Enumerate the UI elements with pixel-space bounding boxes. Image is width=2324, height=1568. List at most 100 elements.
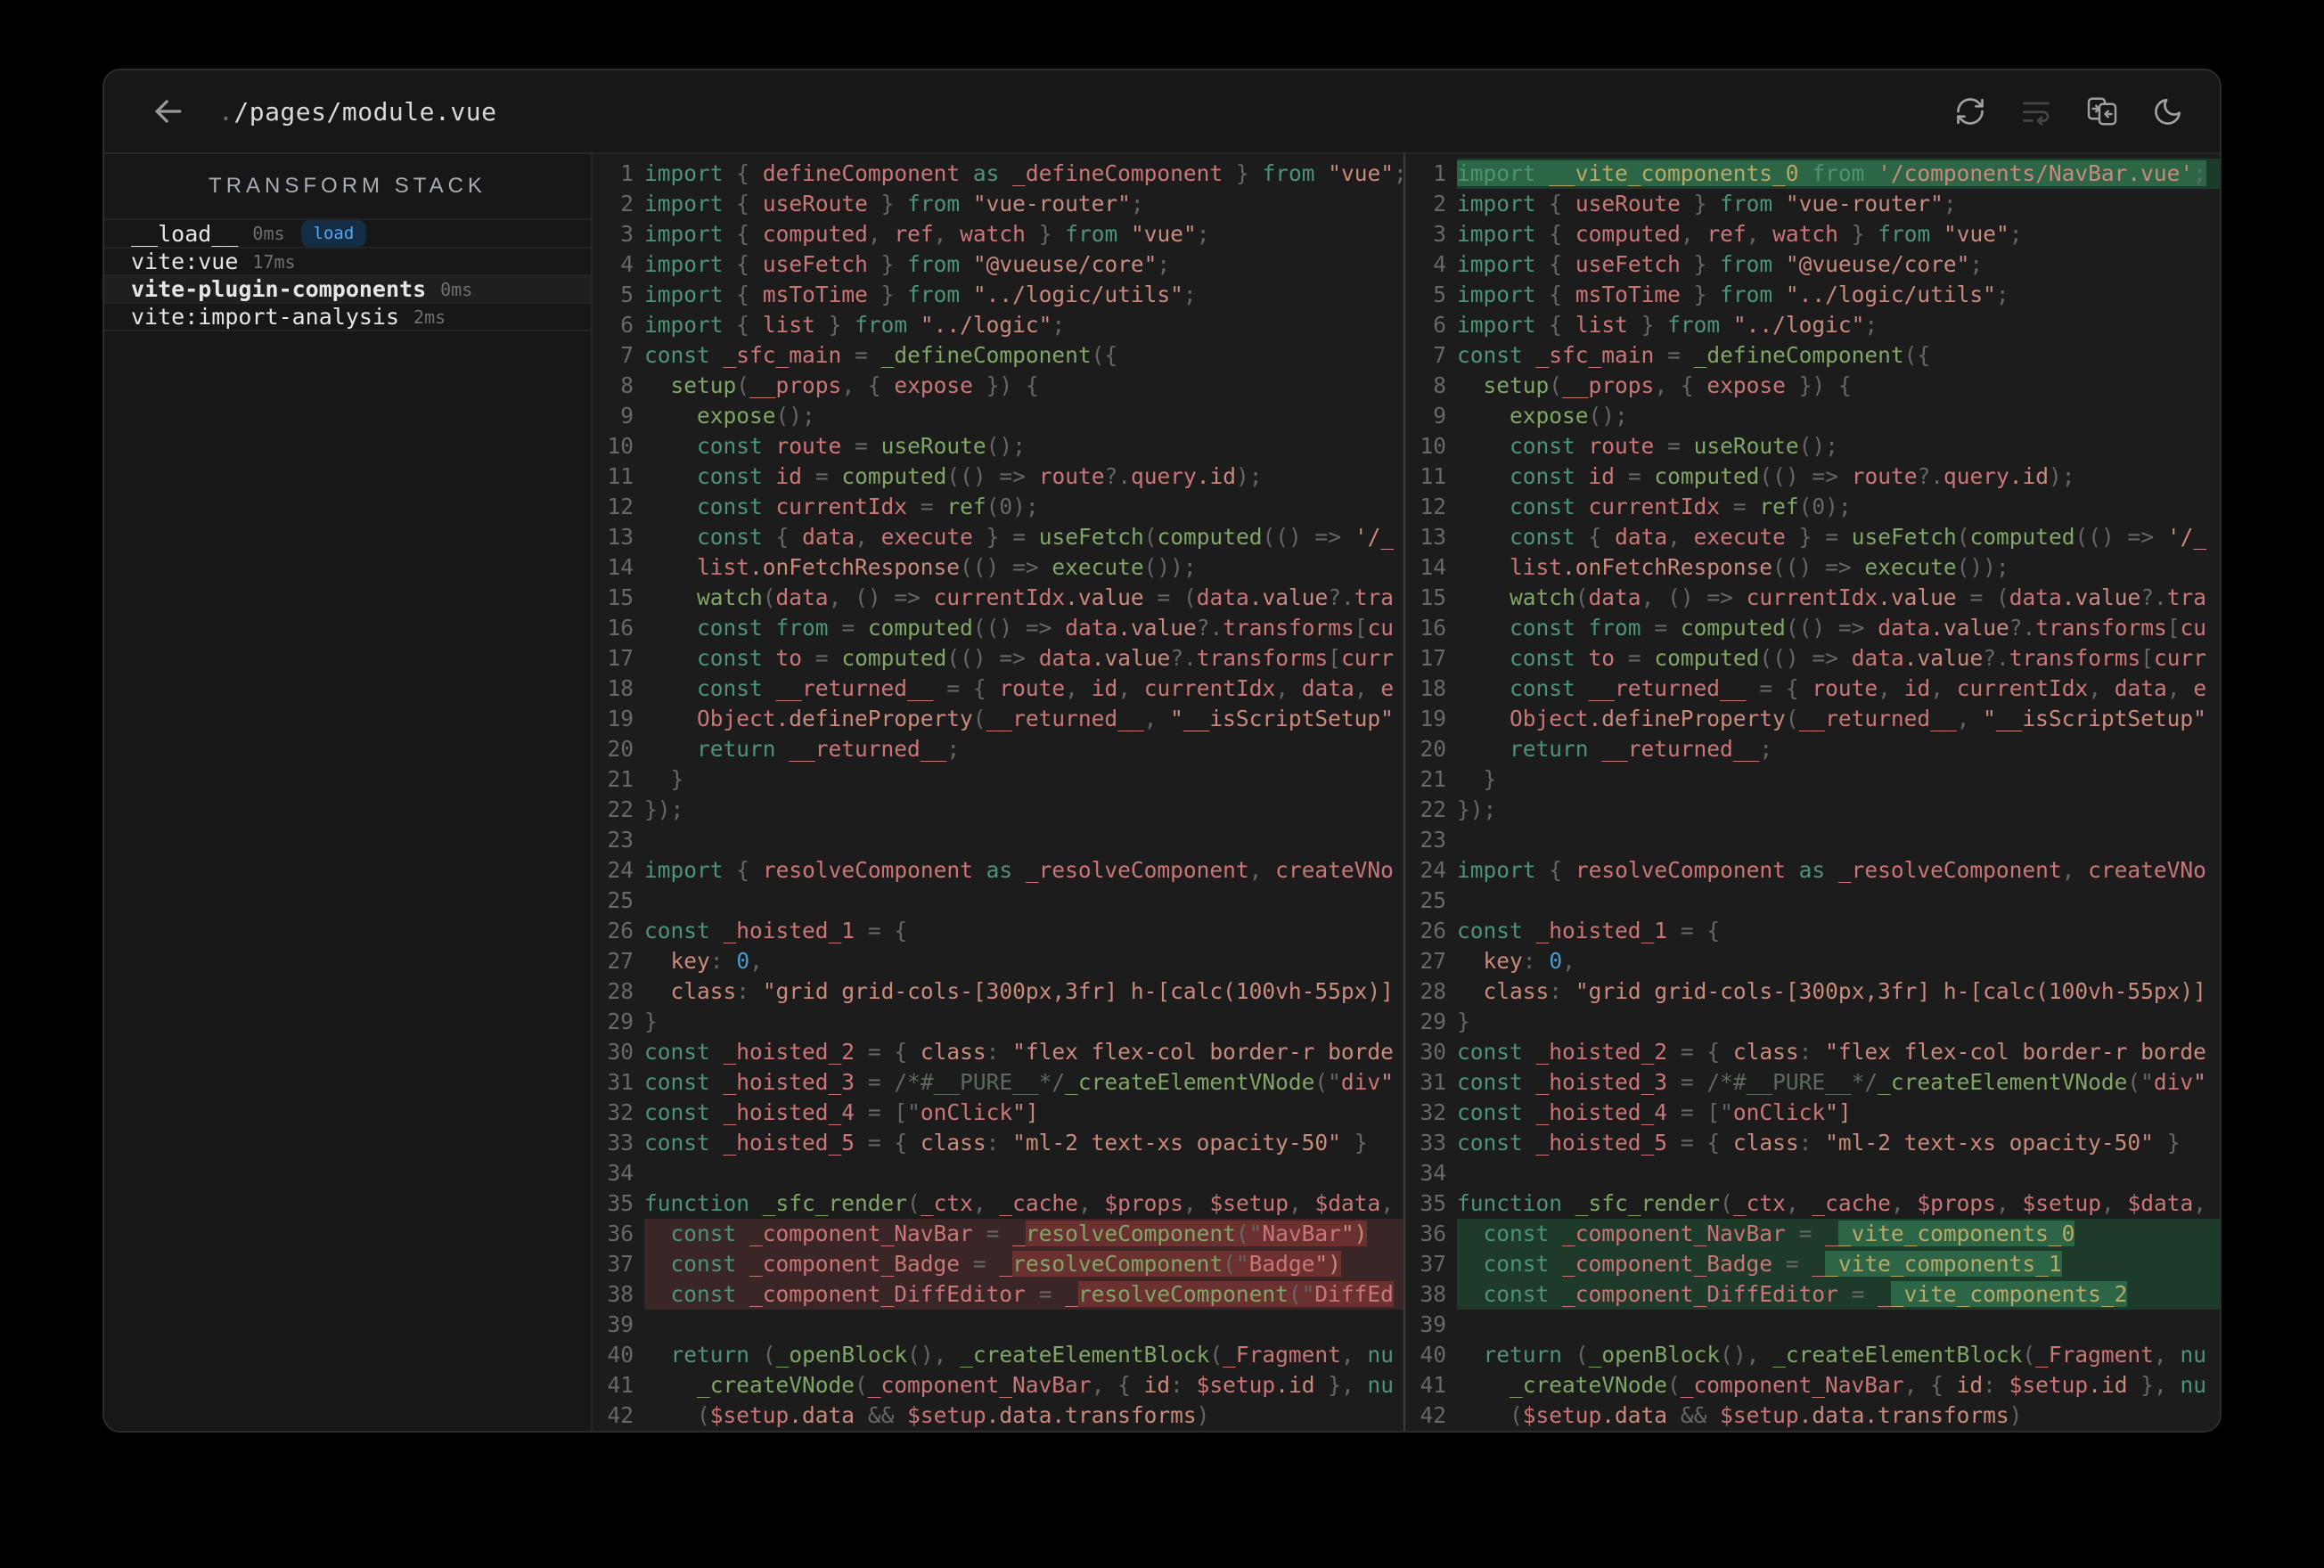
code-line: 6 import { list } from "../logic"; (593, 310, 1403, 340)
line-number: 16 (1420, 615, 1446, 641)
code-text: const _sfc_main = _defineComponent({ (644, 342, 1118, 368)
line-number: 41 (607, 1372, 634, 1398)
code-line: 35 function _sfc_render(_ctx, _cache, $pr… (593, 1188, 1403, 1219)
transform-stack-item[interactable]: vite:vue 17ms (104, 249, 591, 276)
line-number: 37 (607, 1251, 634, 1277)
code-text: const _hoisted_1 = { (644, 918, 908, 943)
line-number: 12 (1420, 494, 1446, 519)
back-button[interactable] (149, 92, 188, 131)
code-line: 35 function _sfc_render(_ctx, _cache, $pr… (1405, 1188, 2220, 1219)
main-area: TRANSFORM STACK __load__ 0ms load vite:vue 1… (104, 154, 2220, 1431)
code-text: return __returned__; (1510, 736, 1773, 762)
line-number: 23 (1420, 827, 1446, 853)
line-number: 13 (1420, 524, 1446, 550)
code-text: import { list } from "../logic"; (644, 312, 1066, 338)
code-text: import { msToTime } from "../logic/utils… (1457, 282, 2009, 307)
line-number: 15 (607, 584, 634, 610)
dark-mode-button[interactable] (2152, 95, 2184, 127)
code-text: import { computed, ref, watch } from "vu… (644, 221, 1210, 247)
code-line: 7 const _sfc_main = _defineComponent({ (1405, 340, 2220, 371)
code-text: import { useFetch } from "@vueuse/core"; (1457, 251, 1984, 277)
plugin-name: vite-plugin-components (131, 276, 427, 302)
code-line: 34 (593, 1158, 1403, 1188)
line-number: 5 (1433, 282, 1446, 307)
code-line: 29} (1405, 1007, 2220, 1037)
line-number: 40 (1420, 1342, 1446, 1368)
transform-stack-item[interactable]: vite:import-analysis 2ms (104, 304, 591, 331)
code-text: const route = useRoute(); (1510, 433, 1838, 459)
line-number: 25 (1420, 887, 1446, 913)
code-text: _createVNode(_component_NavBar, { id: $s… (1510, 1372, 2207, 1398)
line-number: 3 (620, 221, 634, 247)
code-line: 3 import { computed, ref, watch } from "v… (593, 219, 1403, 249)
line-number: 7 (1433, 342, 1446, 368)
code-line: 6 import { list } from "../logic"; (1405, 310, 2220, 340)
code-text: expose(); (697, 403, 815, 429)
code-line: 37 const _component_Badge = _resolveComp… (593, 1249, 1403, 1279)
code-text: key: 0, (670, 948, 763, 974)
code-text: return (_openBlock(), _createElementBloc… (670, 1342, 1394, 1368)
line-number: 19 (607, 706, 634, 731)
plugin-time: 0ms (252, 223, 285, 244)
plugin-time: 17ms (252, 250, 296, 273)
code-line: 4 import { useFetch } from "@vueuse/core"… (593, 249, 1403, 280)
code-line: 33 const _hoisted_5 = { class: "ml-2 text… (593, 1128, 1403, 1158)
code-line: 12 const currentIdx = ref(0); (1405, 492, 2220, 522)
line-number: 31 (607, 1069, 634, 1095)
code-line: 38 const _component_DiffEditor = __vite_… (1405, 1279, 2220, 1310)
code-text: }); (644, 796, 684, 822)
code-line: 38 const _component_DiffEditor = _resolv… (593, 1279, 1403, 1310)
line-number: 7 (620, 342, 634, 368)
plugin-name: vite:vue (131, 249, 239, 274)
word-wrap-icon (2023, 102, 2050, 126)
code-line: 12 const currentIdx = ref(0); (593, 492, 1403, 522)
code-line: 13 const { data, execute } = useFetch(co… (1405, 522, 2220, 552)
code-text: _createVNode(_component_NavBar, { id: $s… (697, 1372, 1395, 1398)
transform-stack-item[interactable]: vite-plugin-components 0ms (104, 276, 591, 304)
header-actions (1954, 95, 2184, 127)
line-number: 37 (1420, 1251, 1446, 1277)
code-text: import { resolveComponent as _resolveCom… (1457, 857, 2206, 883)
line-number: 17 (1420, 645, 1446, 671)
line-number: 20 (1420, 736, 1446, 762)
file-path-title: ./pages/module.vue (218, 97, 496, 127)
line-number: 20 (607, 736, 634, 762)
load-badge: load (300, 220, 367, 247)
code-line: 36 const _component_NavBar = _resolveCom… (593, 1219, 1403, 1249)
code-text: const _hoisted_4 = ["onClick"] (1457, 1099, 1852, 1125)
line-number: 39 (607, 1311, 634, 1337)
code-line: 23 (1405, 825, 2220, 855)
refresh-button[interactable] (1954, 95, 1986, 127)
code-text: const currentIdx = ref(0); (697, 494, 1039, 519)
code-line: 39 (593, 1310, 1403, 1340)
code-line: 20 return __returned__; (1405, 734, 2220, 764)
line-number: 33 (607, 1130, 634, 1156)
code-line: 5 import { msToTime } from "../logic/util… (593, 280, 1403, 310)
header-bar: ./pages/module.vue (104, 70, 2220, 154)
line-number: 13 (607, 524, 634, 550)
line-number: 42 (1420, 1402, 1446, 1428)
line-number: 4 (1433, 251, 1446, 277)
modified-code-pane[interactable]: 1 import __vite_components_0 from '/compo… (1405, 154, 2220, 1431)
line-number: 25 (607, 887, 634, 913)
line-number: 35 (607, 1190, 634, 1216)
code-text: expose(); (1510, 403, 1628, 429)
code-text: const id = computed(() => route?.query.i… (1510, 463, 2075, 489)
original-code-pane[interactable]: 1 import { defineComponent as _defineComp… (593, 154, 1405, 1431)
code-text: import { useRoute } from "vue-router"; (644, 191, 1144, 216)
transform-stack-title: TRANSFORM STACK (104, 154, 591, 220)
transform-stack-item[interactable]: __load__ 0ms load (104, 220, 591, 249)
side-by-side-diff-button[interactable] (2086, 95, 2118, 127)
code-text: } (1483, 766, 1497, 792)
line-number: 15 (1420, 584, 1446, 610)
code-line: 14 list.onFetchResponse(() => execute())… (1405, 552, 2220, 583)
line-number: 26 (607, 918, 634, 943)
line-number: 41 (1420, 1372, 1446, 1398)
line-number: 10 (607, 433, 634, 459)
code-line: 25 (1405, 886, 2220, 916)
moon-icon (2155, 98, 2181, 125)
code-line: 13 const { data, execute } = useFetch(co… (593, 522, 1403, 552)
word-wrap-button[interactable] (2020, 95, 2052, 127)
